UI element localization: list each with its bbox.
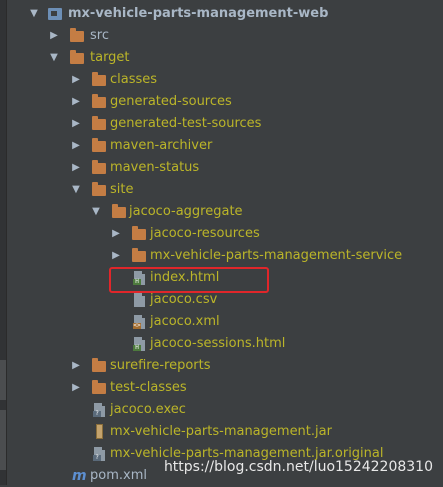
favorites-tool-tab[interactable]: [0, 410, 6, 470]
folder-icon: [70, 50, 84, 64]
tree-item-label: pom.xml: [90, 468, 147, 483]
unknown-file-icon: ?: [93, 403, 105, 417]
project-tree: ▼ mx-vehicle-parts-management-web ▶ src …: [8, 0, 443, 485]
highlight-annotation-box: [109, 267, 269, 293]
tree-item-label: classes: [110, 72, 158, 87]
watermark-text: https://blog.csdn.net/luo15242208310: [163, 459, 433, 475]
folder-icon: [92, 116, 106, 130]
left-tool-strip: [0, 0, 7, 485]
xml-file-icon: <>: [133, 315, 145, 329]
html-file-icon: H: [133, 337, 145, 351]
expand-arrow-icon[interactable]: ▼: [70, 179, 82, 201]
folder-icon: [92, 380, 106, 394]
tree-item-label: jacoco.xml: [150, 314, 220, 329]
folder-icon: [92, 160, 106, 174]
expand-arrow-icon[interactable]: ▼: [48, 47, 60, 69]
tree-item-label: maven-status: [110, 160, 200, 175]
collapse-arrow-icon[interactable]: ▶: [70, 135, 82, 157]
tree-item-label: mx-vehicle-parts-management-service: [150, 248, 403, 263]
expand-arrow-icon[interactable]: ▼: [90, 201, 102, 223]
tree-item-label: mx-vehicle-parts-management.jar: [110, 424, 332, 439]
folder-icon: [92, 94, 106, 108]
collapse-arrow-icon[interactable]: ▶: [70, 69, 82, 91]
folder-icon: [112, 204, 126, 218]
tree-item-label: src: [90, 28, 109, 43]
collapse-arrow-icon[interactable]: ▶: [70, 113, 82, 135]
folder-icon: [132, 248, 146, 262]
collapse-arrow-icon[interactable]: ▶: [70, 91, 82, 113]
folder-icon: [132, 226, 146, 240]
tree-item-label: test-classes: [110, 380, 187, 395]
web-tool-tab[interactable]: [0, 360, 6, 400]
unknown-file-icon: ?: [93, 447, 105, 461]
folder-icon: [70, 28, 84, 42]
module-folder-icon: [48, 8, 62, 20]
tree-item-label: target: [90, 50, 130, 65]
folder-icon: [92, 72, 106, 86]
collapse-arrow-icon[interactable]: ▶: [48, 25, 60, 47]
collapse-arrow-icon[interactable]: ▶: [110, 223, 122, 245]
tree-item-label: surefire-reports: [110, 358, 211, 373]
tree-item-label: generated-test-sources: [110, 116, 262, 131]
csv-file-icon: [134, 293, 145, 307]
jar-file-icon: [96, 424, 103, 439]
expand-arrow-icon[interactable]: ▼: [28, 3, 40, 25]
folder-icon: [92, 182, 106, 196]
folder-icon: [92, 138, 106, 152]
tree-item-label: jacoco.exec: [110, 402, 186, 417]
tree-item-label: jacoco-resources: [150, 226, 260, 241]
tree-item-label: generated-sources: [110, 94, 232, 109]
collapse-arrow-icon[interactable]: ▶: [70, 157, 82, 179]
tree-root-label: mx-vehicle-parts-management-web: [68, 6, 329, 21]
folder-icon: [92, 358, 106, 372]
collapse-arrow-icon[interactable]: ▶: [70, 377, 82, 399]
collapse-arrow-icon[interactable]: ▶: [110, 245, 122, 267]
collapse-arrow-icon[interactable]: ▶: [70, 355, 82, 377]
maven-icon: m: [72, 468, 87, 484]
tree-item-label: maven-archiver: [110, 138, 213, 153]
tree-item-label: jacoco-aggregate: [129, 204, 243, 219]
tree-item-label: site: [110, 182, 134, 197]
tree-item-label: jacoco-sessions.html: [150, 336, 286, 351]
